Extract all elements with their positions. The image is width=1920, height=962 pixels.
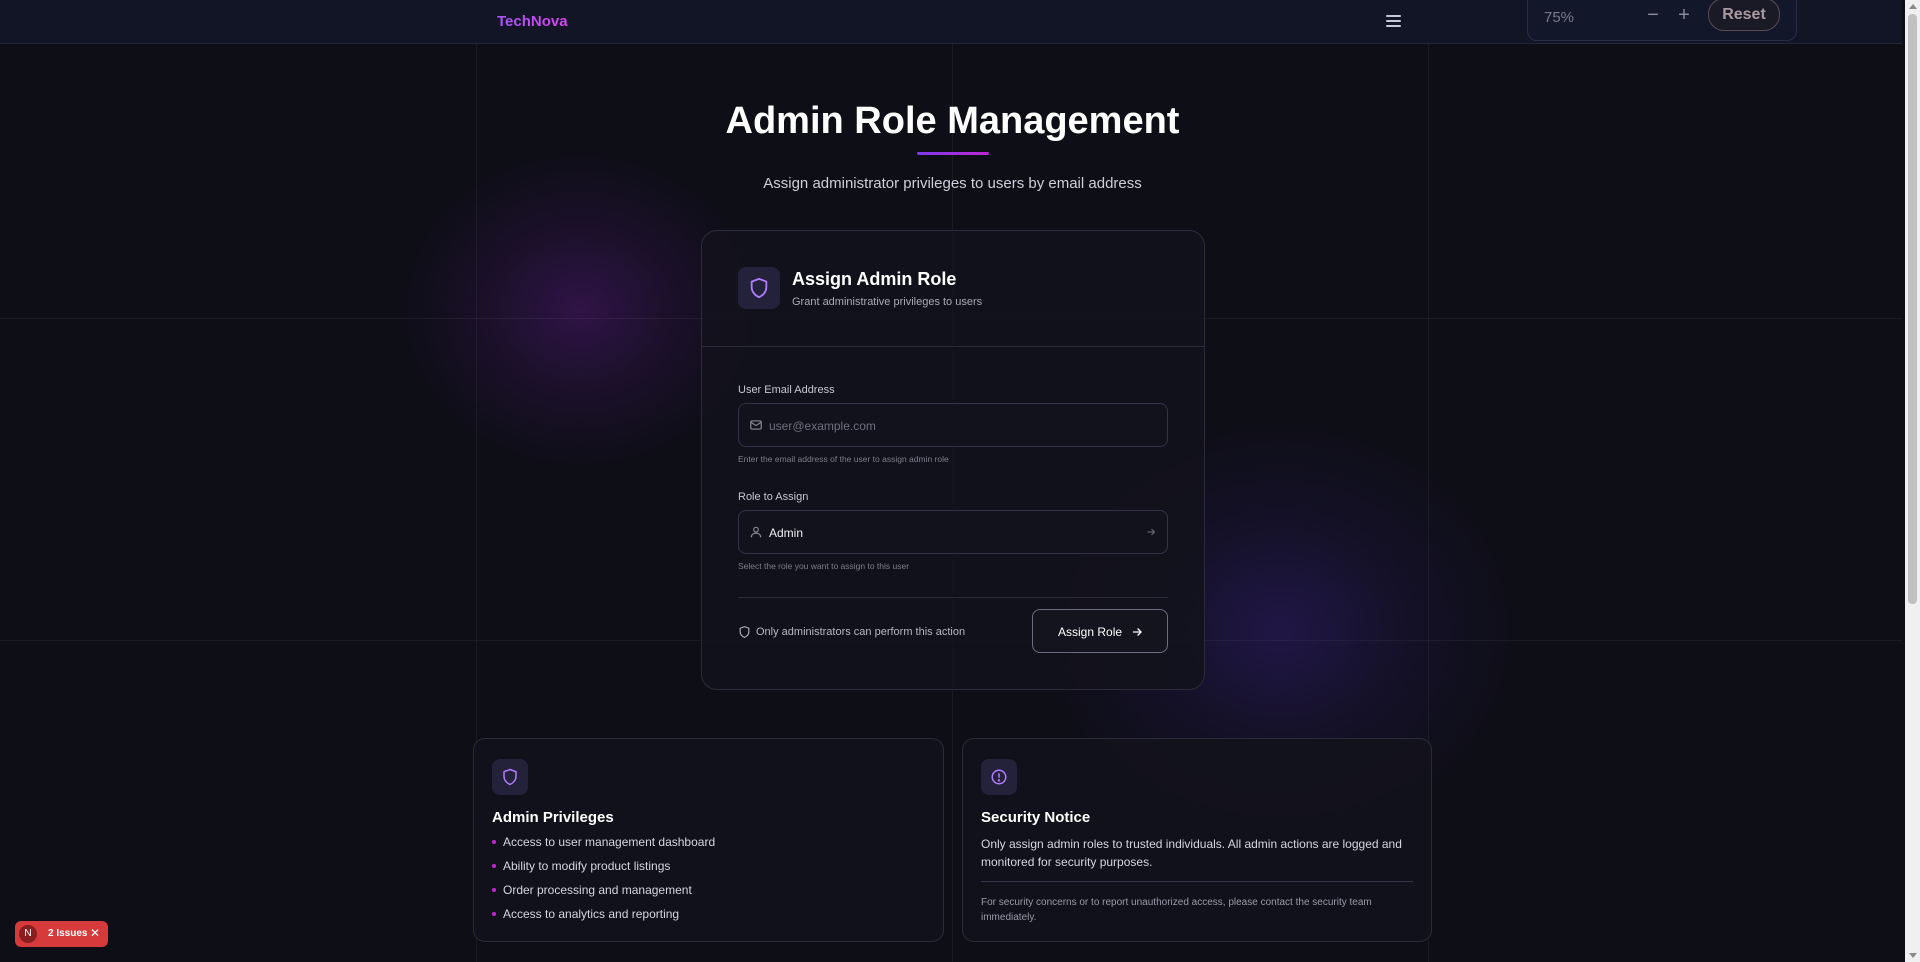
divider [981,881,1413,882]
arrow-right-icon [1147,528,1156,536]
title-underline [917,152,989,155]
scrollbar[interactable] [1905,0,1920,962]
zoom-out-button[interactable]: − [1643,5,1663,25]
brand-logo[interactable]: TechNova [497,13,568,30]
page-title: Admin Role Management [725,100,1180,142]
assign-role-card: Assign Admin Role Grant administrative p… [701,230,1205,690]
security-text: Only assign admin roles to trusted indiv… [981,837,1402,869]
scroll-up-arrow-icon[interactable] [1909,4,1917,9]
close-icon[interactable]: ✕ [90,926,100,940]
privileges-title: Admin Privileges [492,809,614,826]
divider [738,597,1168,598]
email-label: User Email Address [738,384,835,396]
hamburger-menu-icon[interactable] [1383,11,1405,31]
divider [702,346,1204,347]
notice-text: Only administrators can perform this act… [756,626,966,638]
list-item: Access to analytics and reporting [492,907,715,931]
zoom-level: 75% [1544,9,1575,26]
list-item: Access to user management dashboard [492,835,715,859]
privileges-list: Access to user management dashboard Abil… [492,835,715,931]
admin-privileges-card: Admin Privileges Access to user manageme… [473,738,944,942]
scroll-thumb[interactable] [1908,14,1917,604]
shield-icon [738,267,780,309]
user-icon [750,526,762,538]
email-field[interactable]: user@example.com [738,403,1168,447]
zoom-control: 75% − + Reset [1527,0,1797,41]
issues-count: 2 Issues [48,928,88,939]
email-help-text: Enter the email address of the user to a… [738,454,949,464]
scroll-down-arrow-icon[interactable] [1909,953,1917,958]
zoom-reset-button[interactable]: Reset [1708,0,1780,31]
issues-badge[interactable]: N 2 Issues ✕ [15,921,108,947]
email-placeholder: user@example.com [769,419,876,433]
nextjs-logo-icon: N [19,925,37,943]
alert-circle-icon [981,759,1017,795]
card-title: Assign Admin Role [792,269,957,289]
role-label: Role to Assign [738,491,809,503]
list-item: Ability to modify product listings [492,859,715,883]
assign-role-label: Assign Role [1058,625,1123,639]
role-select[interactable]: Admin [738,510,1168,554]
arrow-right-icon [1132,628,1142,636]
role-help-text: Select the role you want to assign to th… [738,561,910,571]
shield-icon [739,626,750,638]
list-item: Order processing and management [492,883,715,907]
mail-icon [750,420,762,430]
card-subtitle: Grant administrative privileges to users [792,296,983,308]
zoom-in-button[interactable]: + [1674,5,1694,25]
security-notice-card: Security Notice Only assign admin roles … [962,738,1432,942]
page: TechNova 75% − + Reset Admin Role Manage… [0,0,1920,962]
shield-icon [492,759,528,795]
assign-role-button[interactable]: Assign Role [1032,609,1168,653]
security-contact-text: For security concerns or to report unaut… [981,897,1372,923]
page-subtitle: Assign administrator privileges to users… [763,175,1142,192]
role-value: Admin [769,526,804,540]
security-title: Security Notice [981,809,1091,826]
